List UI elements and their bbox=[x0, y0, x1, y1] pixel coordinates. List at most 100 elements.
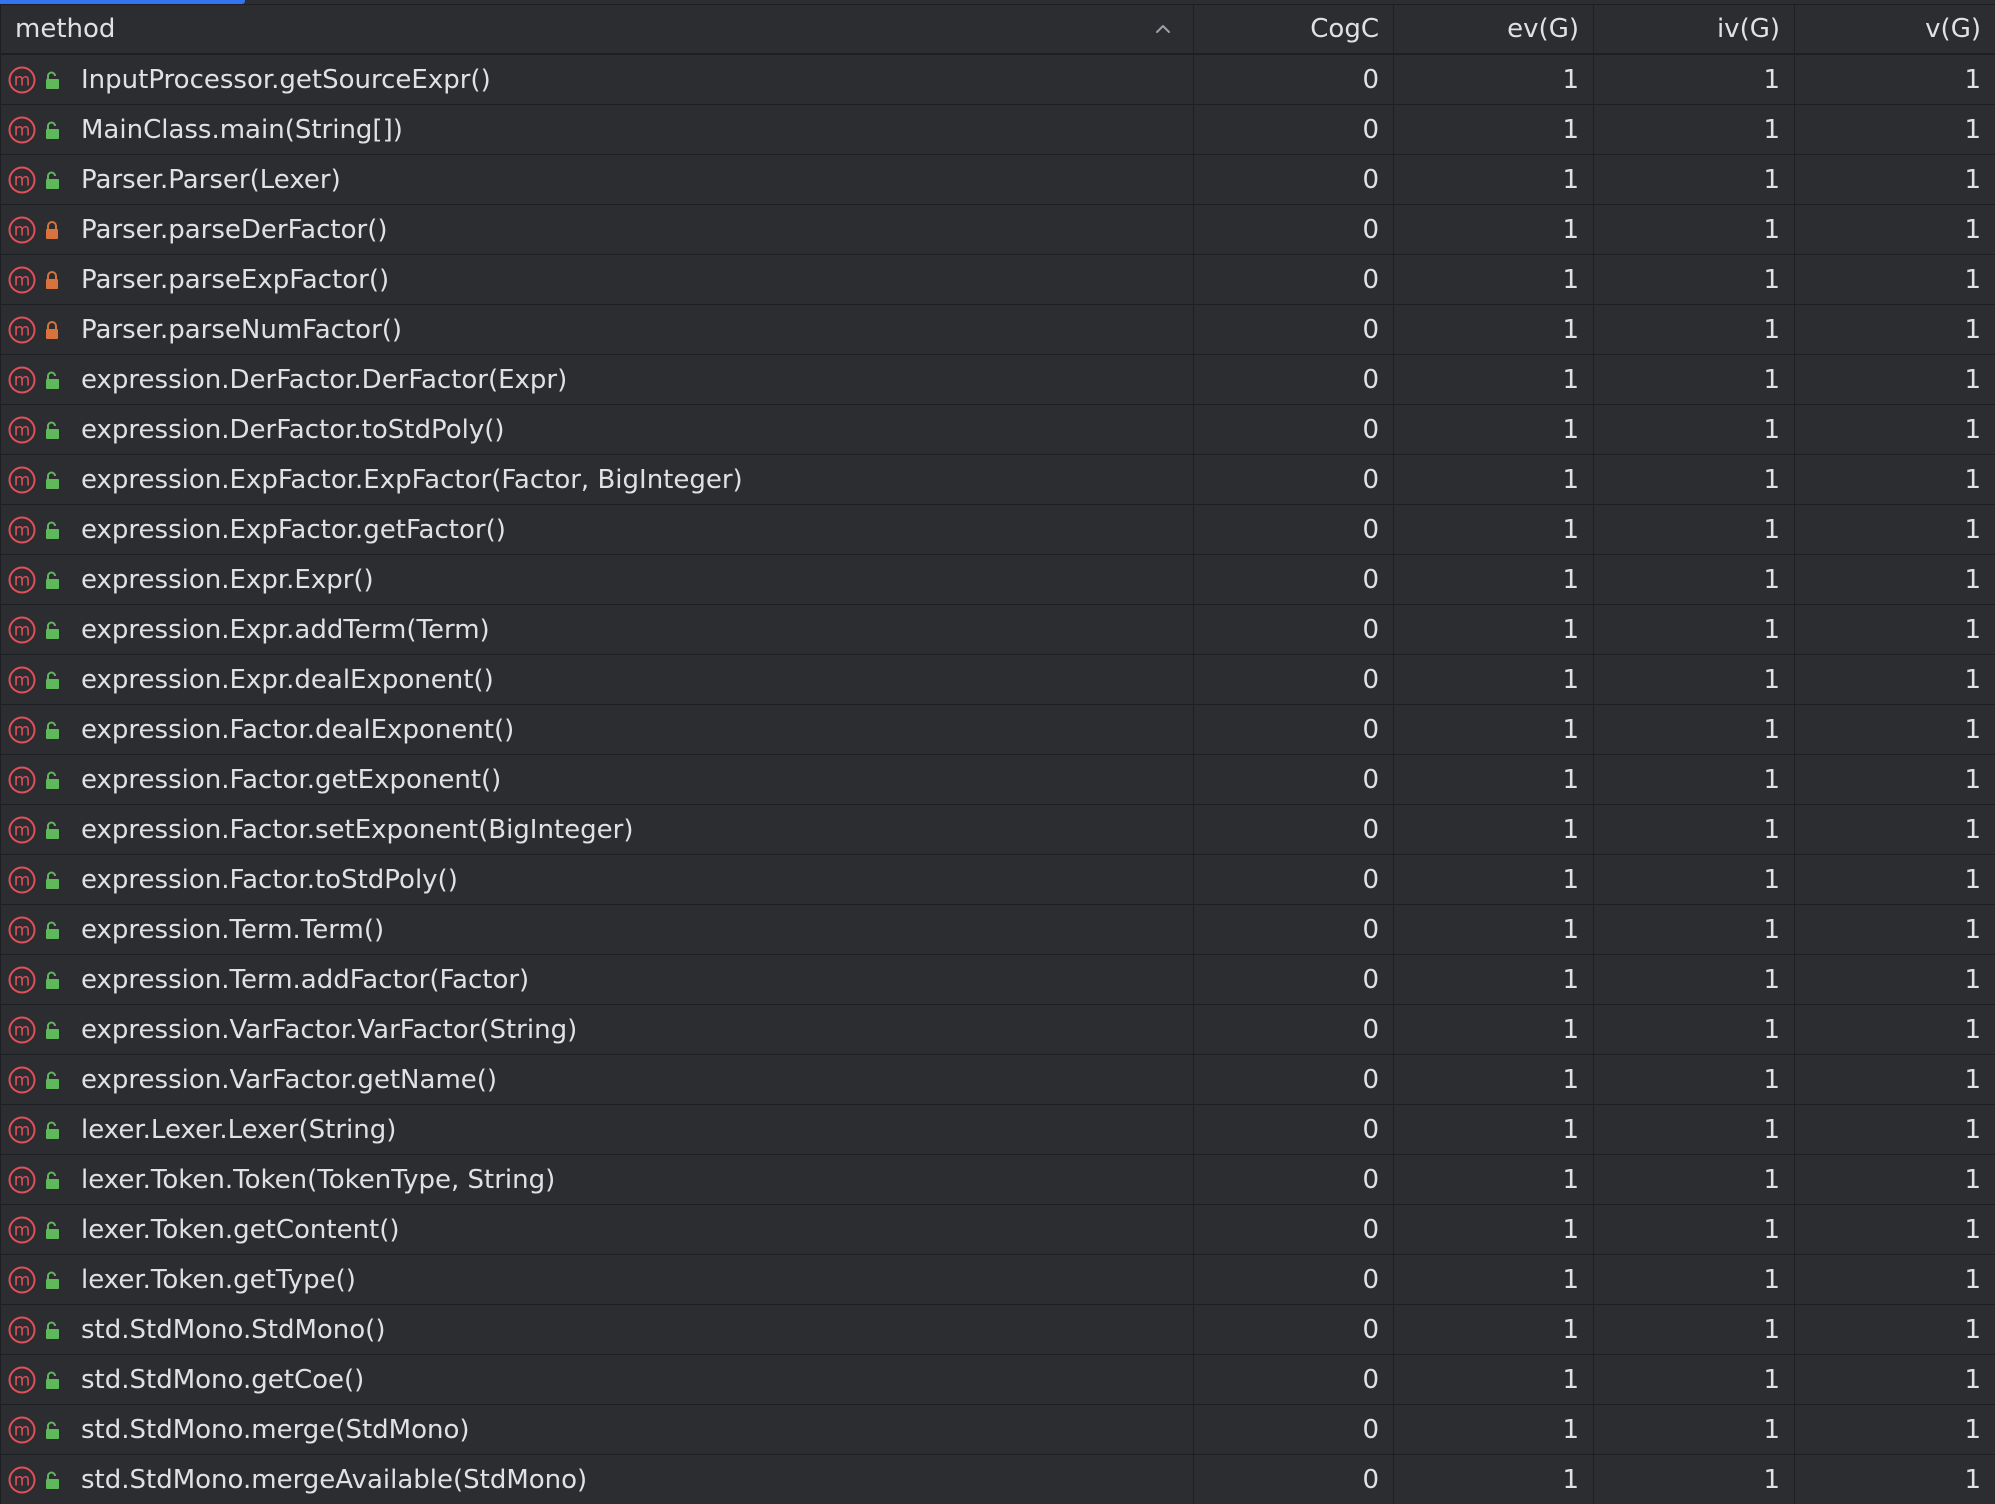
svg-text:m: m bbox=[14, 1220, 31, 1240]
table-row[interactable]: m std.StdMono.merge(StdMono) 0 1 1 1 bbox=[0, 1404, 1995, 1455]
vg-cell: 1 bbox=[1794, 304, 1995, 355]
table-row[interactable]: m expression.Factor.toStdPoly() 0 1 1 1 bbox=[0, 854, 1995, 905]
table-row[interactable]: m expression.Term.addFactor(Factor) 0 1 1 1 bbox=[0, 954, 1995, 1005]
method-cell[interactable]: m expression.Expr.dealExponent() bbox=[0, 654, 1194, 705]
method-cell[interactable]: m expression.ExpFactor.ExpFactor(Factor, … bbox=[0, 454, 1194, 505]
table-row[interactable]: m Parser.parseNumFactor() 0 1 1 1 bbox=[0, 304, 1995, 355]
vg-cell: 1 bbox=[1794, 1404, 1995, 1455]
public-unlock-icon bbox=[46, 1321, 59, 1339]
svg-text:m: m bbox=[14, 1320, 31, 1340]
method-icon: m bbox=[8, 466, 36, 494]
method-cell[interactable]: m expression.Factor.toStdPoly() bbox=[0, 854, 1194, 905]
vg-cell: 1 bbox=[1794, 1254, 1995, 1305]
method-cell[interactable]: m lexer.Lexer.Lexer(String) bbox=[0, 1104, 1194, 1155]
column-header-vg[interactable]: v(G) bbox=[1794, 4, 1995, 55]
method-cell[interactable]: m std.StdMono.StdMono() bbox=[0, 1304, 1194, 1355]
method-icon: m bbox=[8, 1166, 36, 1194]
table-row[interactable]: m expression.Expr.addTerm(Term) 0 1 1 1 bbox=[0, 604, 1995, 655]
method-cell[interactable]: m lexer.Token.getType() bbox=[0, 1254, 1194, 1305]
method-cell[interactable]: m expression.Term.Term() bbox=[0, 904, 1194, 955]
table-row[interactable]: m expression.ExpFactor.getFactor() 0 1 1 1 bbox=[0, 504, 1995, 555]
vg-cell: 1 bbox=[1794, 904, 1995, 955]
column-header-ivg[interactable]: iv(G) bbox=[1593, 4, 1795, 55]
ivg-cell: 1 bbox=[1593, 1404, 1795, 1455]
method-cell[interactable]: m std.StdMono.getCoe() bbox=[0, 1354, 1194, 1405]
method-cell[interactable]: m expression.Factor.getExponent() bbox=[0, 754, 1194, 805]
method-cell[interactable]: m lexer.Token.Token(TokenType, String) bbox=[0, 1154, 1194, 1205]
table-row[interactable]: m InputProcessor.getSourceExpr() 0 1 1 1 bbox=[0, 53, 1995, 105]
cogc-cell: 0 bbox=[1193, 954, 1394, 1005]
table-row[interactable]: m lexer.Token.getType() 0 1 1 1 bbox=[0, 1254, 1995, 1305]
method-cell[interactable]: m MainClass.main(String[]) bbox=[0, 104, 1194, 155]
table-row[interactable]: m Parser.parseDerFactor() 0 1 1 1 bbox=[0, 204, 1995, 255]
table-row[interactable]: m expression.DerFactor.DerFactor(Expr) 0 1 1… bbox=[0, 354, 1995, 405]
ivg-cell: 1 bbox=[1593, 53, 1795, 105]
method-cell[interactable]: m expression.Expr.addTerm(Term) bbox=[0, 604, 1194, 655]
table-row[interactable]: m expression.Factor.getExponent() 0 1 1 1 bbox=[0, 754, 1995, 805]
method-cell[interactable]: m std.StdMono.mergeAvailable(StdMono) bbox=[0, 1454, 1194, 1504]
method-cell[interactable]: m expression.Factor.dealExponent() bbox=[0, 704, 1194, 755]
table-row[interactable]: m expression.Term.Term() 0 1 1 1 bbox=[0, 904, 1995, 955]
svg-text:m: m bbox=[14, 720, 31, 740]
evg-cell: 1 bbox=[1393, 1304, 1594, 1355]
table-row[interactable]: m expression.Factor.setExponent(BigIntege… bbox=[0, 804, 1995, 855]
ivg-cell: 1 bbox=[1593, 1304, 1795, 1355]
method-icon: m bbox=[8, 216, 36, 244]
table-row[interactable]: m expression.Expr.Expr() 0 1 1 1 bbox=[0, 554, 1995, 605]
table-row[interactable]: m expression.Expr.dealExponent() 0 1 1 1 bbox=[0, 654, 1995, 705]
evg-cell: 1 bbox=[1393, 1104, 1594, 1155]
method-cell[interactable]: m Parser.parseDerFactor() bbox=[0, 204, 1194, 255]
method-cell[interactable]: m expression.Term.addFactor(Factor) bbox=[0, 954, 1194, 1005]
method-cell[interactable]: m expression.VarFactor.getName() bbox=[0, 1054, 1194, 1105]
column-header-evg[interactable]: ev(G) bbox=[1393, 4, 1594, 55]
vg-cell: 1 bbox=[1794, 1054, 1995, 1105]
evg-cell: 1 bbox=[1393, 1454, 1594, 1504]
method-icon: m bbox=[8, 1216, 36, 1244]
public-unlock-icon bbox=[46, 1071, 59, 1089]
method-cell[interactable]: m expression.Factor.setExponent(BigIntege… bbox=[0, 804, 1194, 855]
sort-ascending-icon[interactable] bbox=[1149, 15, 1177, 43]
ivg-cell: 1 bbox=[1593, 1204, 1795, 1255]
method-cell[interactable]: m expression.Expr.Expr() bbox=[0, 554, 1194, 605]
method-name: expression.Expr.addTerm(Term) bbox=[81, 614, 490, 645]
table-row[interactable]: m std.StdMono.mergeAvailable(StdMono) 0 1 1 1 bbox=[0, 1454, 1995, 1504]
table-row[interactable]: m MainClass.main(String[]) 0 1 1 1 bbox=[0, 104, 1995, 155]
svg-text:m: m bbox=[14, 520, 31, 540]
method-cell[interactable]: m std.StdMono.merge(StdMono) bbox=[0, 1404, 1194, 1455]
table-row[interactable]: m lexer.Token.Token(TokenType, String) 0 1 1… bbox=[0, 1154, 1995, 1205]
table-row[interactable]: m Parser.Parser(Lexer) 0 1 1 1 bbox=[0, 154, 1995, 205]
method-icon: m bbox=[8, 116, 36, 144]
table-row[interactable]: m lexer.Lexer.Lexer(String) 0 1 1 1 bbox=[0, 1104, 1995, 1155]
column-header-method[interactable]: method bbox=[0, 4, 1194, 55]
cogc-cell: 0 bbox=[1193, 1004, 1394, 1055]
column-header-cogc[interactable]: CogC bbox=[1193, 4, 1394, 55]
method-cell[interactable]: m Parser.parseExpFactor() bbox=[0, 254, 1194, 305]
method-icon: m bbox=[8, 1416, 36, 1444]
method-cell[interactable]: m Parser.parseNumFactor() bbox=[0, 304, 1194, 355]
table-row[interactable]: m expression.Factor.dealExponent() 0 1 1 1 bbox=[0, 704, 1995, 755]
table-row[interactable]: m expression.VarFactor.VarFactor(String) 0… bbox=[0, 1004, 1995, 1055]
method-icon: m bbox=[8, 1116, 36, 1144]
ivg-cell: 1 bbox=[1593, 954, 1795, 1005]
table-row[interactable]: m expression.ExpFactor.ExpFactor(Factor, … bbox=[0, 454, 1995, 505]
evg-cell: 1 bbox=[1393, 654, 1594, 705]
table-row[interactable]: m expression.VarFactor.getName() 0 1 1 1 bbox=[0, 1054, 1995, 1105]
method-cell[interactable]: m expression.ExpFactor.getFactor() bbox=[0, 504, 1194, 555]
method-cell[interactable]: m expression.VarFactor.VarFactor(String) bbox=[0, 1004, 1194, 1055]
method-cell[interactable]: m expression.DerFactor.toStdPoly() bbox=[0, 404, 1194, 455]
method-cell[interactable]: m expression.DerFactor.DerFactor(Expr) bbox=[0, 354, 1194, 405]
table-row[interactable]: m std.StdMono.getCoe() 0 1 1 1 bbox=[0, 1354, 1995, 1405]
table-row[interactable]: m Parser.parseExpFactor() 0 1 1 1 bbox=[0, 254, 1995, 305]
evg-cell: 1 bbox=[1393, 254, 1594, 305]
method-cell[interactable]: m InputProcessor.getSourceExpr() bbox=[0, 53, 1194, 105]
ivg-cell: 1 bbox=[1593, 404, 1795, 455]
table-row[interactable]: m std.StdMono.StdMono() 0 1 1 1 bbox=[0, 1304, 1995, 1355]
public-unlock-icon bbox=[46, 1421, 59, 1439]
table-row[interactable]: m lexer.Token.getContent() 0 1 1 1 bbox=[0, 1204, 1995, 1255]
method-cell[interactable]: m lexer.Token.getContent() bbox=[0, 1204, 1194, 1255]
public-unlock-icon bbox=[46, 1121, 59, 1139]
method-cell[interactable]: m Parser.Parser(Lexer) bbox=[0, 154, 1194, 205]
svg-text:m: m bbox=[14, 170, 31, 190]
table-row[interactable]: m expression.DerFactor.toStdPoly() 0 1 1 1 bbox=[0, 404, 1995, 455]
cogc-cell: 0 bbox=[1193, 454, 1394, 505]
